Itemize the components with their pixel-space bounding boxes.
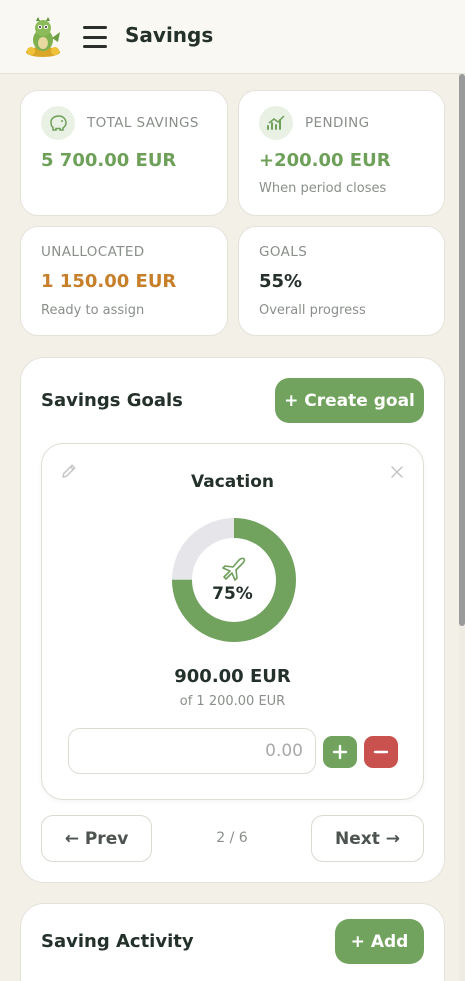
total-savings-value: 5 700.00 EUR xyxy=(41,150,177,171)
pending-value: +200.00 EUR xyxy=(259,150,391,171)
next-goal-button[interactable]: Next → xyxy=(311,815,424,862)
goal-percent: 75% xyxy=(212,584,253,604)
unallocated-card: UNALLOCATED 1 150.00 EUR Ready to assign xyxy=(20,226,228,336)
goal-saved-amount: 900.00 EUR xyxy=(174,666,291,687)
goals-progress-card: GOALS 55% Overall progress xyxy=(238,226,445,336)
piggy-bank-icon xyxy=(41,106,75,140)
create-goal-button[interactable]: + Create goal xyxy=(275,378,424,423)
goals-subtext: Overall progress xyxy=(259,303,366,318)
total-savings-card: TOTAL SAVINGS 5 700.00 EUR xyxy=(20,90,228,216)
goal-amount-input[interactable] xyxy=(68,728,316,774)
minus-icon xyxy=(373,750,389,754)
scrollbar[interactable] xyxy=(459,74,465,981)
hamburger-menu-icon[interactable] xyxy=(81,24,109,50)
page-title: Savings xyxy=(125,23,214,47)
top-bar: Savings xyxy=(0,0,465,74)
saving-activity-title: Saving Activity xyxy=(41,931,194,952)
goals-value: 55% xyxy=(259,271,303,292)
scrollbar-thumb[interactable] xyxy=(459,74,465,626)
dragon-logo-icon[interactable] xyxy=(22,16,64,58)
goal-target-amount: of 1 200.00 EUR xyxy=(179,694,286,709)
unallocated-subtext: Ready to assign xyxy=(41,303,145,318)
unallocated-label: UNALLOCATED xyxy=(41,244,145,260)
goals-label: GOALS xyxy=(259,244,308,260)
menu-line xyxy=(83,35,107,39)
pending-card: PENDING +200.00 EUR When period closes xyxy=(238,90,445,216)
pending-label: PENDING xyxy=(305,115,370,131)
goal-name: Vacation xyxy=(191,472,274,492)
goal-pager-position: 2 / 6 xyxy=(216,830,248,846)
add-activity-button[interactable]: + Add xyxy=(335,919,424,964)
total-savings-label: TOTAL SAVINGS xyxy=(87,115,199,131)
add-to-goal-button[interactable] xyxy=(323,736,357,768)
pending-subtext: When period closes xyxy=(259,181,387,196)
menu-line xyxy=(83,26,107,29)
menu-line xyxy=(83,45,107,48)
airplane-icon xyxy=(220,555,248,585)
growth-chart-icon xyxy=(259,106,293,140)
plus-icon xyxy=(332,744,348,760)
goal-card: Vacation 75% 900.00 EUR of 1 200.00 EUR xyxy=(41,443,424,800)
unallocated-value: 1 150.00 EUR xyxy=(41,271,177,292)
savings-goals-title: Savings Goals xyxy=(41,390,183,411)
prev-goal-button[interactable]: ← Prev xyxy=(41,815,152,862)
remove-from-goal-button[interactable] xyxy=(364,736,398,768)
